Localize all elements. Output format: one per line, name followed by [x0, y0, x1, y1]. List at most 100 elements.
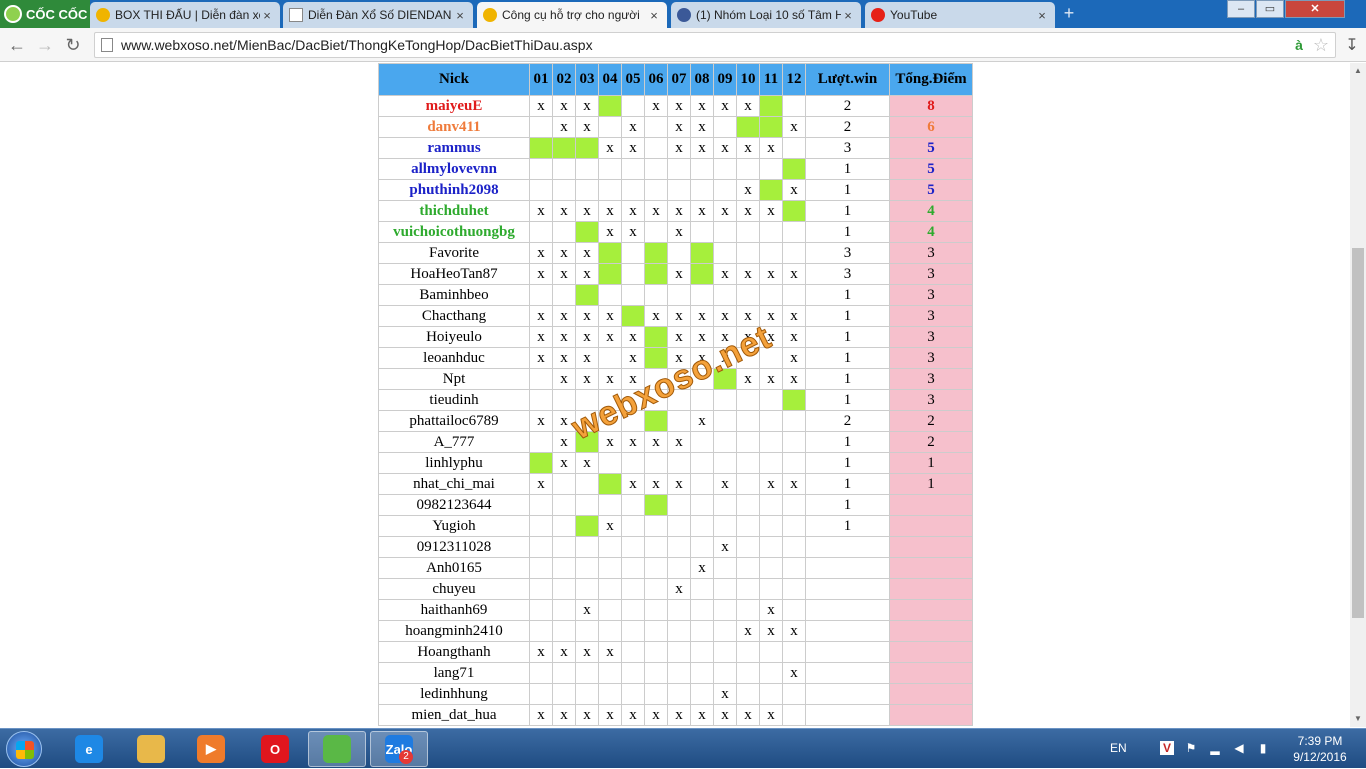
column-header[interactable]: Tổng.Điểm — [889, 63, 973, 96]
volume-icon[interactable]: ◀ — [1232, 741, 1246, 755]
day-cell: x — [552, 347, 576, 369]
win-count-cell: 1 — [805, 473, 890, 495]
day-cell — [575, 662, 599, 684]
taskbar-app[interactable]: Zalo 2 — [370, 731, 428, 767]
nick-cell[interactable]: rammus — [378, 137, 530, 159]
bookmark-star-icon[interactable]: ☆ — [1313, 35, 1329, 56]
column-header[interactable]: 01 — [529, 63, 553, 96]
column-header[interactable]: 06 — [644, 63, 668, 96]
taskbar-app[interactable]: O — [246, 731, 304, 767]
day-cell: x — [713, 536, 737, 558]
table-row: allmylovevnn 1 5 — [378, 158, 973, 180]
taskbar-app[interactable]: ▶ — [182, 731, 240, 767]
taskbar-app[interactable] — [122, 731, 180, 767]
network-icon[interactable]: ▂ — [1208, 741, 1222, 755]
day-cell: x — [690, 305, 714, 327]
browser-tab[interactable]: (1) Nhóm Loại 10 số Tâm H × — [671, 2, 861, 28]
nick-cell[interactable]: Yugioh — [378, 515, 530, 537]
nick-cell[interactable]: phattailoc6789 — [378, 410, 530, 432]
nick-cell[interactable]: Hoangthanh — [378, 641, 530, 663]
vertical-scrollbar[interactable]: ▲ ▼ — [1350, 63, 1366, 727]
back-button[interactable]: ← — [6, 34, 28, 56]
battery-icon[interactable]: ▮ — [1256, 741, 1270, 755]
forward-button[interactable]: → — [34, 34, 56, 56]
nick-cell[interactable]: danv411 — [378, 116, 530, 138]
translate-icon[interactable]: à — [1295, 37, 1303, 53]
nick-cell[interactable]: mien_dat_hua — [378, 704, 530, 726]
nick-cell[interactable]: tieudinh — [378, 389, 530, 411]
close-tab-icon[interactable]: × — [647, 8, 661, 23]
nick-cell[interactable]: haithanh69 — [378, 599, 530, 621]
nick-cell[interactable]: nhat_chi_mai — [378, 473, 530, 495]
nick-cell[interactable]: chuyeu — [378, 578, 530, 600]
nick-cell[interactable]: ledinhhung — [378, 683, 530, 705]
day-cell: x — [782, 263, 806, 285]
day-cell: x — [598, 200, 622, 222]
day-cell — [690, 221, 714, 243]
close-tab-icon[interactable]: × — [1035, 8, 1049, 23]
new-tab-button[interactable]: + — [1060, 4, 1078, 22]
start-button[interactable] — [6, 731, 42, 767]
taskbar-app[interactable]: e — [60, 731, 118, 767]
scroll-down-arrow-icon[interactable]: ▼ — [1350, 711, 1366, 727]
nick-cell[interactable]: phuthinh2098 — [378, 179, 530, 201]
address-bar[interactable]: www.webxoso.net/MienBac/DacBiet/ThongKeT… — [94, 32, 1336, 58]
nick-cell[interactable]: Favorite — [378, 242, 530, 264]
win-count-cell: 3 — [805, 137, 890, 159]
restore-button[interactable]: ▭ — [1256, 0, 1284, 18]
nick-cell[interactable]: Npt — [378, 368, 530, 390]
nick-cell[interactable]: maiyeuE — [378, 95, 530, 117]
column-header[interactable]: 09 — [713, 63, 737, 96]
day-cell: x — [529, 305, 553, 327]
menu-icon[interactable]: ↧ — [1342, 35, 1362, 55]
language-indicator[interactable]: EN — [1110, 741, 1127, 755]
coccoc-logo[interactable]: CỐC CỐC — [0, 0, 90, 28]
column-header[interactable]: Lượt.win — [805, 63, 890, 96]
column-header[interactable]: 10 — [736, 63, 760, 96]
close-tab-icon[interactable]: × — [453, 8, 467, 23]
tab-title: (1) Nhóm Loại 10 số Tâm H — [696, 8, 841, 22]
column-header[interactable]: 08 — [690, 63, 714, 96]
nick-cell[interactable]: vuichoicothuongbg — [378, 221, 530, 243]
taskbar-app[interactable] — [308, 731, 366, 767]
column-header[interactable]: 11 — [759, 63, 783, 96]
browser-tab[interactable]: Công cụ hỗ trợ cho người × — [477, 2, 667, 28]
nick-cell[interactable]: A_777 — [378, 431, 530, 453]
nick-cell[interactable]: thichduhet — [378, 200, 530, 222]
column-header[interactable]: 02 — [552, 63, 576, 96]
browser-tab[interactable]: BOX THI ĐẤU | Diễn đàn xổ × — [90, 2, 280, 28]
scrollbar-thumb[interactable] — [1352, 248, 1364, 618]
nick-cell[interactable]: Anh0165 — [378, 557, 530, 579]
table-header-row: Nick 01 02 03 04 05 06 07 08 09 10 11 12 Lượt.win Tổng… — [378, 63, 973, 96]
close-window-button[interactable]: ✕ — [1285, 0, 1345, 18]
nick-cell[interactable]: Baminhbeo — [378, 284, 530, 306]
nick-cell[interactable]: leoanhduc — [378, 347, 530, 369]
column-header[interactable]: 03 — [575, 63, 599, 96]
column-header[interactable]: 12 — [782, 63, 806, 96]
column-header[interactable]: 05 — [621, 63, 645, 96]
browser-tab[interactable]: YouTube × — [865, 2, 1055, 28]
close-tab-icon[interactable]: × — [260, 8, 274, 23]
antivirus-icon[interactable]: V — [1160, 741, 1174, 755]
nick-cell[interactable]: Chacthang — [378, 305, 530, 327]
column-header[interactable]: Nick — [378, 63, 530, 96]
nick-cell[interactable]: Hoiyeulo — [378, 326, 530, 348]
column-header[interactable]: 07 — [667, 63, 691, 96]
nick-cell[interactable]: lang71 — [378, 662, 530, 684]
table-row: maiyeuE x x x x x x x x 2 8 — [378, 95, 973, 117]
nick-cell[interactable]: hoangminh2410 — [378, 620, 530, 642]
clock[interactable]: 7:39 PM 9/12/2016 — [1290, 733, 1350, 765]
close-tab-icon[interactable]: × — [841, 8, 855, 23]
nick-cell[interactable]: allmylovevnn — [378, 158, 530, 180]
flag-icon[interactable]: ⚑ — [1184, 741, 1198, 755]
browser-tab[interactable]: Diễn Đàn Xổ Số DIENDAN × — [283, 2, 473, 28]
minimize-button[interactable]: – — [1227, 0, 1255, 18]
scroll-up-arrow-icon[interactable]: ▲ — [1350, 63, 1366, 79]
reload-button[interactable]: ↻ — [62, 34, 84, 56]
nick-cell[interactable]: linhlyphu — [378, 452, 530, 474]
url-text[interactable]: www.webxoso.net/MienBac/DacBiet/ThongKeT… — [121, 37, 1295, 53]
column-header[interactable]: 04 — [598, 63, 622, 96]
nick-cell[interactable]: HoaHeoTan87 — [378, 263, 530, 285]
nick-cell[interactable]: 0912311028 — [378, 536, 530, 558]
nick-cell[interactable]: 0982123644 — [378, 494, 530, 516]
